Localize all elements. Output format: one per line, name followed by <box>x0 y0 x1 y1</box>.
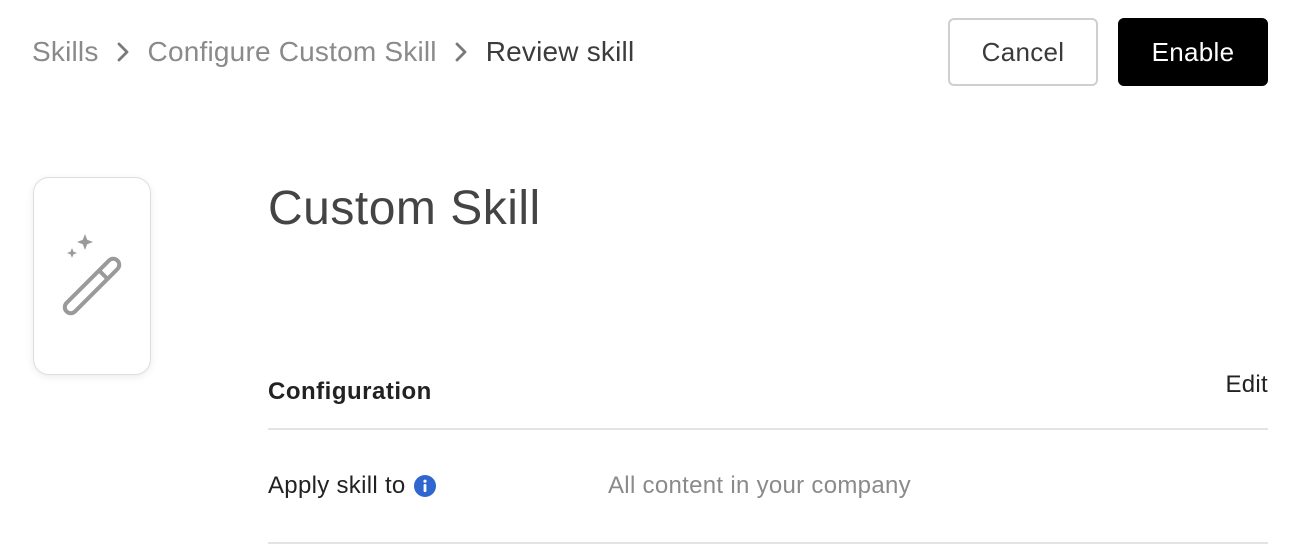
skill-title: Custom Skill <box>268 182 541 235</box>
skill-icon-card <box>33 177 151 375</box>
enable-button[interactable]: Enable <box>1118 18 1268 86</box>
configuration-title: Configuration <box>268 378 432 405</box>
chevron-right-icon <box>437 37 486 67</box>
config-row-label: Apply skill to <box>268 472 608 500</box>
breadcrumb-item-skills[interactable]: Skills <box>32 36 99 68</box>
apply-skill-to-value: All content in your company <box>608 472 911 499</box>
edit-configuration-link[interactable]: Edit <box>1225 371 1268 399</box>
configuration-section-header: Configuration Edit <box>268 350 1268 430</box>
magic-wand-icon <box>52 232 132 321</box>
apply-skill-to-label: Apply skill to <box>268 472 406 499</box>
header-actions: Cancel Enable <box>948 18 1268 86</box>
info-icon[interactable] <box>413 475 436 497</box>
config-row-apply-skill-to: Apply skill to All content in your compa… <box>268 430 1268 544</box>
page-header: Skills Configure Custom Skill Review ski… <box>32 18 1268 86</box>
breadcrumb: Skills Configure Custom Skill Review ski… <box>32 36 634 68</box>
breadcrumb-item-review-skill: Review skill <box>485 36 635 67</box>
skill-review-panel: Custom Skill Configuration Edit Apply sk… <box>268 170 1268 544</box>
breadcrumb-item-configure-custom-skill[interactable]: Configure Custom Skill <box>148 36 437 68</box>
cancel-button[interactable]: Cancel <box>948 18 1098 86</box>
chevron-right-icon <box>99 37 148 67</box>
